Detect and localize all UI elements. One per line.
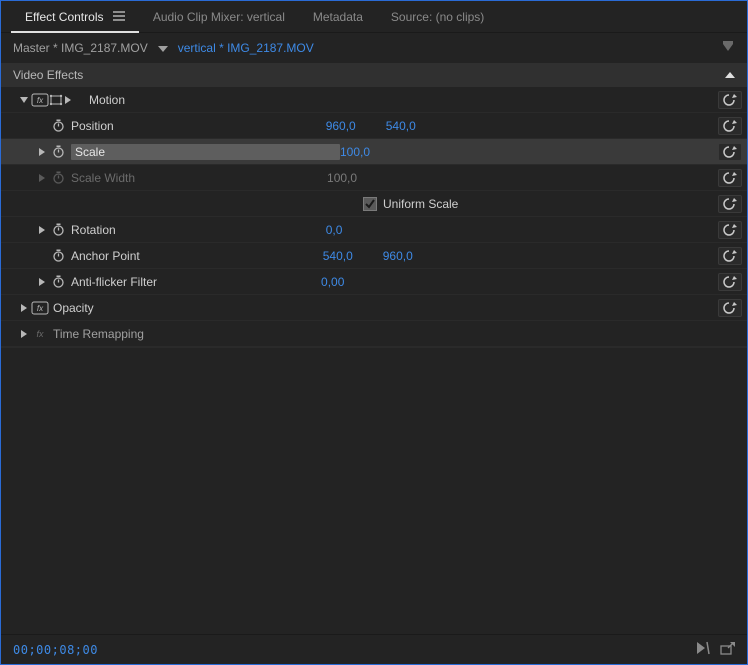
effect-motion[interactable]: fx Motion [1, 87, 747, 113]
stopwatch-icon[interactable] [49, 249, 67, 262]
value-x[interactable]: 540,0 [323, 249, 353, 263]
timecode-display[interactable]: 00;00;08;00 [13, 643, 98, 657]
property-uniform-scale[interactable]: Uniform Scale [1, 191, 747, 217]
tab-effect-controls[interactable]: Effect Controls [11, 2, 139, 33]
timeline-playhead-icon[interactable] [723, 41, 733, 56]
property-position[interactable]: ▸ Position 960,0 540,0 [1, 113, 747, 139]
value[interactable]: 0,0 [326, 223, 343, 237]
tab-label: Audio Clip Mixer: vertical [153, 10, 285, 24]
play-icon [65, 96, 71, 104]
fx-badge-icon: fx [31, 327, 49, 341]
reset-button[interactable] [718, 169, 742, 187]
fx-badge-icon[interactable]: fx [31, 301, 49, 315]
footer-icons [697, 642, 735, 657]
section-title: Video Effects [13, 68, 83, 82]
stopwatch-icon[interactable] [49, 223, 67, 236]
effects-tree: fx Motion ▸ Position 960,0 540,0 Scale 1… [1, 87, 747, 347]
play-icon[interactable] [697, 642, 711, 657]
master-clip-label[interactable]: Master * IMG_2187.MOV [13, 41, 148, 55]
effect-time-remapping[interactable]: fx Time Remapping [1, 321, 747, 347]
chevron-down-icon[interactable] [158, 41, 168, 55]
effect-opacity[interactable]: fx Opacity [1, 295, 747, 321]
property-rotation[interactable]: Rotation 0,0 [1, 217, 747, 243]
reset-button[interactable] [718, 195, 742, 213]
panel-tabs: Effect Controls Audio Clip Mixer: vertic… [1, 1, 747, 33]
chevron-right-icon[interactable] [35, 148, 49, 156]
property-label: Rotation [71, 223, 116, 237]
value[interactable]: 0,00 [321, 275, 344, 289]
chevron-right-icon[interactable] [35, 226, 49, 234]
sequence-clip-label[interactable]: vertical * IMG_2187.MOV [178, 41, 314, 55]
hamburger-icon[interactable] [113, 10, 125, 24]
tab-source[interactable]: Source: (no clips) [377, 2, 498, 31]
motion-icons [49, 94, 89, 106]
reset-button[interactable] [718, 143, 742, 161]
stopwatch-icon [49, 171, 67, 184]
reset-button[interactable] [718, 117, 742, 135]
empty-area [1, 347, 747, 634]
value-y[interactable]: 960,0 [383, 249, 413, 263]
property-values: 540,0 960,0 [323, 249, 413, 263]
property-scale[interactable]: Scale 100,0 [1, 139, 747, 165]
checkbox-label: Uniform Scale [383, 197, 458, 211]
svg-text:fx: fx [37, 96, 44, 105]
tab-label: Source: (no clips) [391, 10, 484, 24]
effect-label: Opacity [53, 301, 94, 315]
property-values: 0,0 [326, 223, 343, 237]
chevron-right-icon [35, 174, 49, 182]
property-label: Position [71, 119, 114, 133]
stopwatch-icon[interactable] [49, 145, 67, 158]
effect-label: Time Remapping [53, 327, 144, 341]
value-x[interactable]: 960,0 [326, 119, 356, 133]
property-values: 0,00 [321, 275, 344, 289]
property-label: Scale [71, 144, 340, 160]
property-label: Anti-flicker Filter [71, 275, 157, 289]
property-scale-width: Scale Width 100,0 [1, 165, 747, 191]
clip-header: Master * IMG_2187.MOV vertical * IMG_218… [1, 33, 747, 63]
value[interactable]: 100,0 [340, 145, 370, 159]
property-values: 960,0 540,0 [326, 119, 416, 133]
effect-label: Motion [89, 93, 125, 107]
svg-text:fx: fx [36, 329, 44, 339]
property-label: Scale Width [71, 171, 135, 185]
chevron-down-icon[interactable] [17, 97, 31, 103]
reset-button[interactable] [718, 221, 742, 239]
panel-footer: 00;00;08;00 [1, 634, 747, 664]
export-icon[interactable] [721, 642, 735, 657]
tab-label: Metadata [313, 10, 363, 24]
stopwatch-icon[interactable] [49, 119, 67, 132]
svg-text:fx: fx [37, 304, 44, 313]
tab-audio-mixer[interactable]: Audio Clip Mixer: vertical [139, 2, 299, 31]
fx-badge-icon[interactable]: fx [31, 93, 49, 107]
reset-button[interactable] [718, 247, 742, 265]
vertical-scrollbar[interactable] [739, 348, 745, 634]
tab-label: Effect Controls [25, 10, 103, 24]
property-values: 100,0 [327, 171, 357, 185]
collapse-arrow-icon[interactable] [725, 70, 735, 81]
reset-button[interactable] [718, 273, 742, 291]
checkbox-icon[interactable] [363, 197, 377, 211]
transform-icon[interactable] [49, 94, 63, 106]
chevron-right-icon[interactable] [35, 278, 49, 286]
value-y[interactable]: 540,0 [386, 119, 416, 133]
property-label: Anchor Point [71, 249, 140, 263]
reset-button[interactable] [718, 299, 742, 317]
property-antiflicker[interactable]: Anti-flicker Filter 0,00 [1, 269, 747, 295]
value: 100,0 [327, 171, 357, 185]
property-anchor-point[interactable]: ▸ Anchor Point 540,0 960,0 [1, 243, 747, 269]
reset-button[interactable] [718, 91, 742, 109]
stopwatch-icon[interactable] [49, 275, 67, 288]
checkbox-uniform-scale[interactable]: Uniform Scale [363, 197, 458, 211]
chevron-right-icon[interactable] [17, 330, 31, 338]
tab-metadata[interactable]: Metadata [299, 2, 377, 31]
video-effects-header[interactable]: Video Effects [1, 63, 747, 87]
property-values: 100,0 [340, 145, 370, 159]
chevron-right-icon[interactable] [17, 304, 31, 312]
